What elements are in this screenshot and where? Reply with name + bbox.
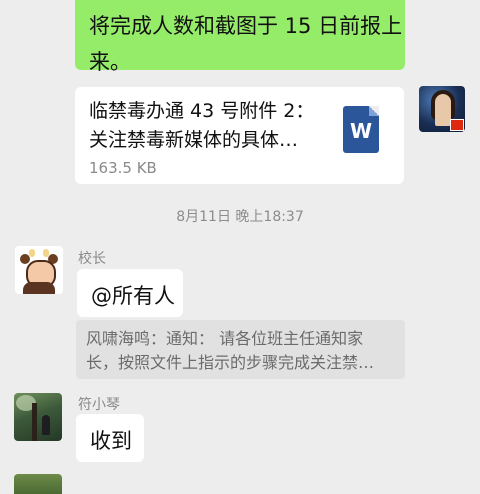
avatar-person bbox=[42, 415, 50, 435]
sender-name: 符小琴 bbox=[78, 397, 120, 413]
next-member-avatar[interactable] bbox=[14, 474, 62, 494]
sent-message-line: 要求完成操作的家长接龙，班主任 bbox=[89, 0, 404, 8]
sender-name: 校长 bbox=[78, 251, 106, 267]
cow-body bbox=[23, 282, 55, 294]
word-document-icon: W bbox=[343, 106, 379, 153]
word-icon-letter: W bbox=[349, 119, 373, 143]
chat-timestamp: 8月11日 晚上18:37 bbox=[176, 209, 304, 225]
sent-message-line: 来。 bbox=[89, 50, 131, 74]
flag-badge-icon bbox=[450, 119, 464, 131]
principal-avatar[interactable] bbox=[15, 246, 63, 294]
sent-message-bubble[interactable]: 要求完成操作的家长接龙，班主任 将完成人数和截图于 15 日前报上 来。 bbox=[75, 0, 405, 74]
avatar-figure bbox=[435, 94, 451, 126]
mention-message-bubble[interactable]: @所有人 bbox=[77, 269, 183, 317]
cow-horn bbox=[29, 249, 35, 257]
file-size: 163.5 KB bbox=[89, 159, 157, 177]
cow-ear bbox=[20, 254, 30, 264]
avatar-tree bbox=[32, 403, 37, 441]
sent-message-line: 将完成人数和截图于 15 日前报上 bbox=[89, 14, 403, 38]
quote-line: 风啸海鸣：通知： 请各位班主任通知家 bbox=[86, 329, 364, 348]
reply-message-bubble[interactable]: 收到 bbox=[76, 414, 144, 462]
member-avatar[interactable] bbox=[14, 393, 62, 441]
quote-line: 长，按照文件上指示的步骤完成关注禁… bbox=[86, 353, 375, 372]
quoted-message[interactable]: 风啸海鸣：通知： 请各位班主任通知家 长，按照文件上指示的步骤完成关注禁… bbox=[76, 320, 405, 379]
